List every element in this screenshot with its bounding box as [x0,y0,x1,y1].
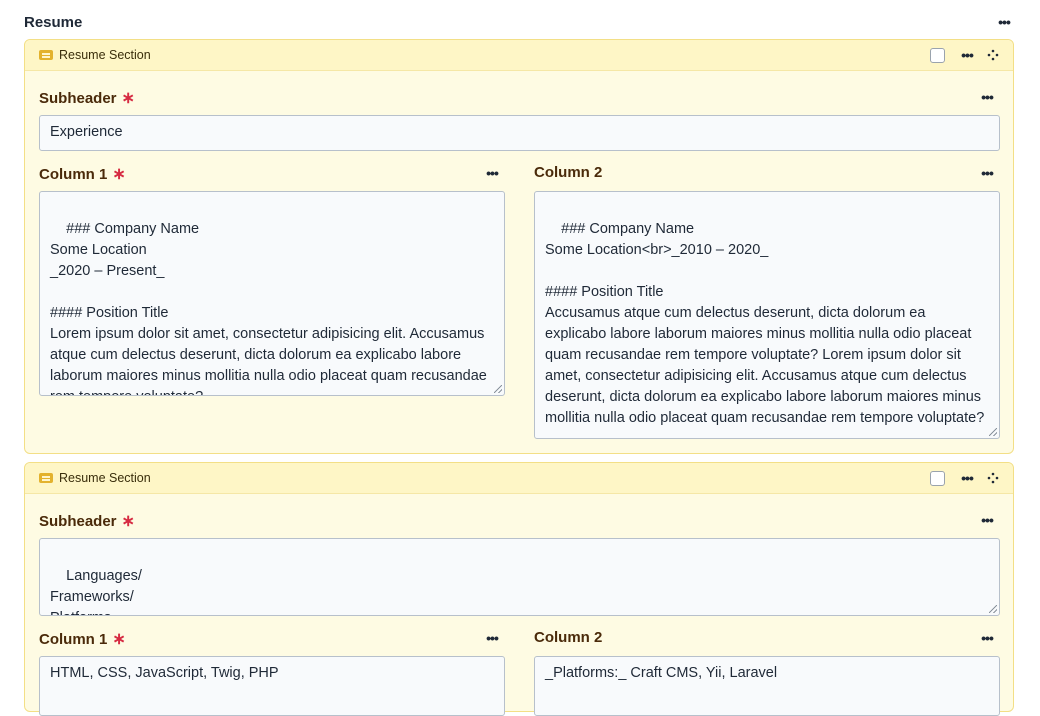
required-marker: ∗ [112,166,126,183]
subheader-menu-button[interactable]: ••• [975,510,999,530]
resume-section-block: Resume Section ••• Subheader ∗ ••• Exper… [24,39,1014,454]
resize-handle[interactable] [989,605,997,613]
column-2-value: ### Company Name Some Location<br>_2010 … [545,221,985,426]
column-1-label-text: Column 1 [39,630,108,648]
column-2-textarea[interactable]: _Platforms:_ Craft CMS, Yii, Laravel [534,656,1000,716]
column-1-value: ### Company Name Some Location _2020 – P… [50,221,487,395]
move-icon[interactable] [983,45,1003,65]
move-icon[interactable] [983,468,1003,488]
column-2-menu-button[interactable]: ••• [975,628,999,648]
subheader-menu-button[interactable]: ••• [975,87,999,107]
block-menu-button[interactable]: ••• [955,45,979,65]
column-2-label-text: Column 2 [534,164,603,181]
block-type-label: Resume Section [59,471,151,485]
block-header: Resume Section ••• [25,463,1013,494]
block-actions: ••• [930,463,1003,493]
subheader-input[interactable]: Experience [39,115,1000,151]
block-type: Resume Section [39,463,151,493]
block-type: Resume Section [39,40,151,70]
block-actions: ••• [930,40,1003,70]
column-1-label: Column 1 ∗ [39,164,126,184]
resume-section-icon [39,50,53,60]
required-marker: ∗ [121,513,135,530]
column-1-textarea[interactable]: HTML, CSS, JavaScript, Twig, PHP [39,656,505,716]
resume-section-icon [39,473,53,483]
field-menu-button[interactable]: ••• [992,12,1016,32]
required-marker: ∗ [121,90,135,107]
column-1-label: Column 1 ∗ [39,629,126,649]
column-1-label-text: Column 1 [39,165,108,183]
subheader-label: Subheader ∗ [39,511,135,531]
resume-section-block: Resume Section ••• Subheader ∗ ••• Langu… [24,462,1014,716]
column-1-menu-button[interactable]: ••• [480,163,504,183]
column-1-menu-button[interactable]: ••• [480,628,504,648]
block-header: Resume Section ••• [25,40,1013,71]
field-title: Resume [24,13,83,31]
block-type-label: Resume Section [59,48,151,62]
subheader-label-text: Subheader [39,89,117,107]
field-header: Resume ••• [24,10,1016,34]
subheader-label-text: Subheader [39,512,117,530]
subheader-label: Subheader ∗ [39,88,135,108]
resize-handle[interactable] [989,428,997,436]
column-1-textarea[interactable]: ### Company Name Some Location _2020 – P… [39,191,505,396]
column-2-menu-button[interactable]: ••• [975,163,999,183]
subheader-textarea[interactable]: Languages/ Frameworks/ Platforms [39,538,1000,616]
subheader-value: Languages/ Frameworks/ Platforms [50,568,142,615]
column-2-label-text: Column 2 [534,629,603,646]
column-2-label: Column 2 [534,164,602,181]
resize-handle[interactable] [494,385,502,393]
column-2-label: Column 2 [534,629,602,646]
block-select-checkbox[interactable] [930,47,945,63]
column-2-textarea[interactable]: ### Company Name Some Location<br>_2010 … [534,191,1000,439]
block-menu-button[interactable]: ••• [955,468,979,488]
required-marker: ∗ [112,631,126,648]
block-select-checkbox[interactable] [930,470,945,486]
